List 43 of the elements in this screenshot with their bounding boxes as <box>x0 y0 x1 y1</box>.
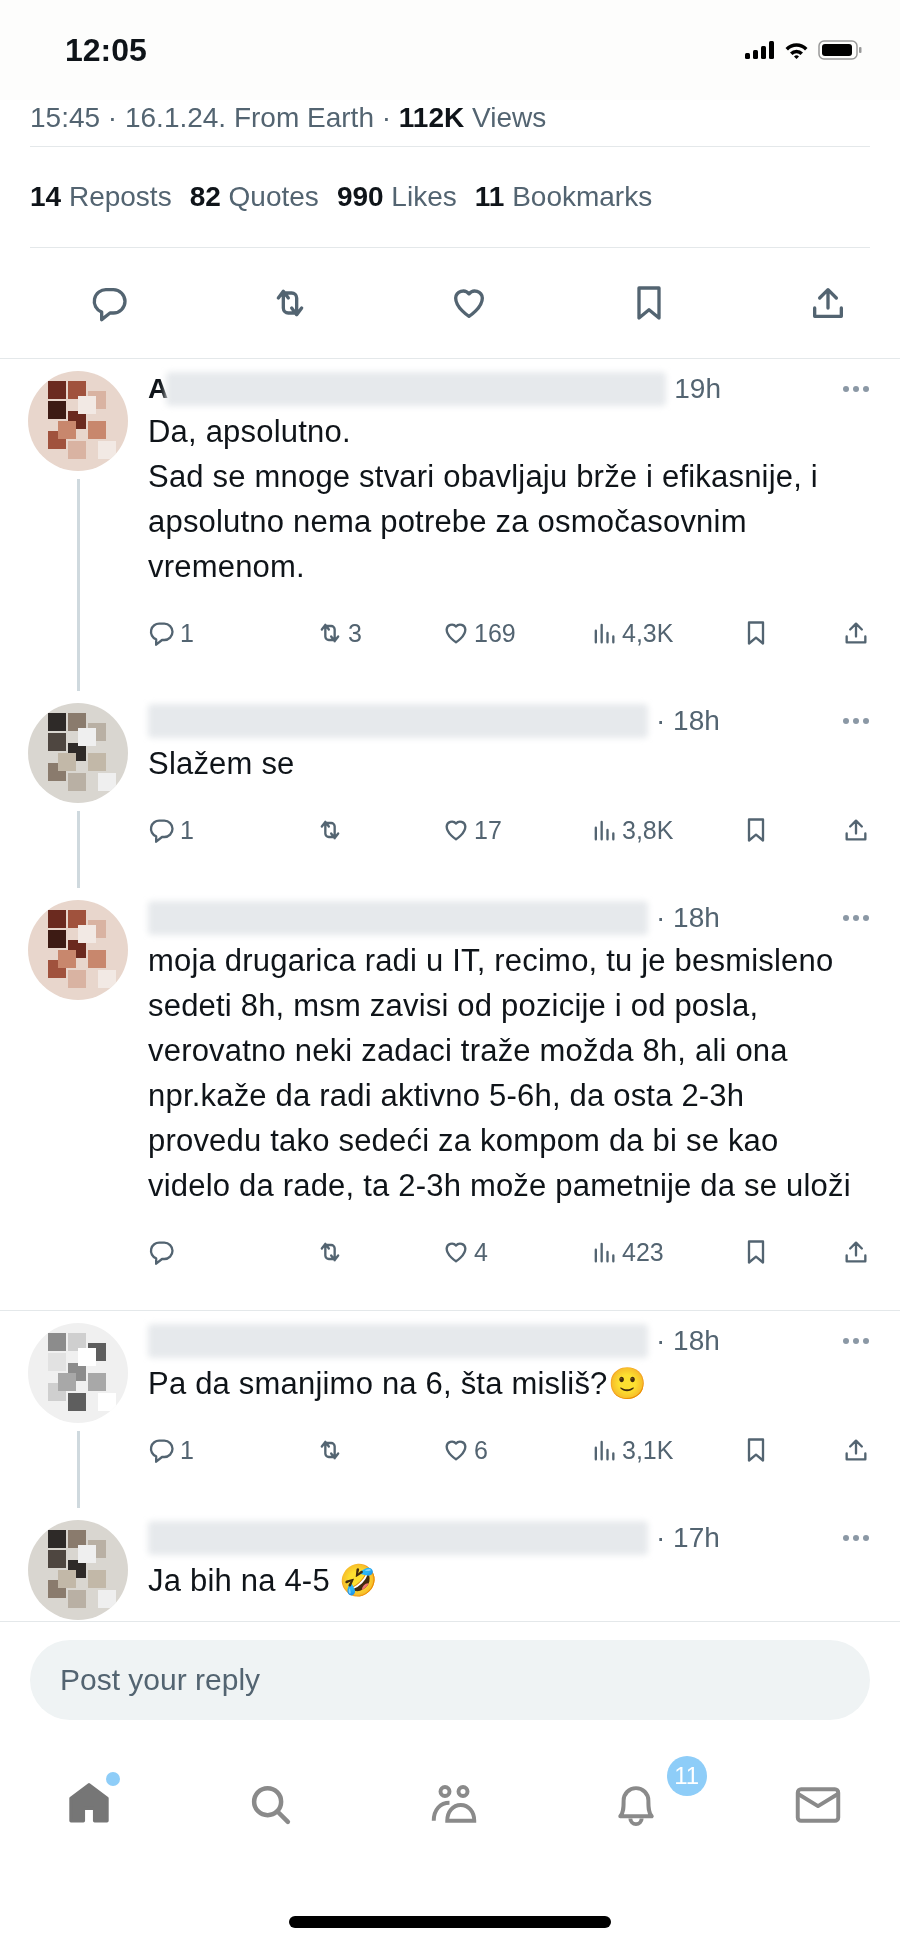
wifi-icon <box>783 40 810 60</box>
more-icon[interactable] <box>842 914 870 922</box>
battery-icon <box>818 40 862 60</box>
notification-badge: 11 <box>666 1756 707 1796</box>
reply-text: Pa da smanjimo na 6, šta misliš?🙂 <box>148 1365 648 1403</box>
reply-time: · 18h <box>656 705 720 737</box>
reply-time: · 18h <box>656 902 720 934</box>
reply-icon[interactable] <box>148 816 176 844</box>
stat-link[interactable]: 82 Quotes <box>189 181 319 213</box>
post-metadata: 15:45 · 16.1.24. From Earth · 112K Views <box>29 101 548 135</box>
stat-link[interactable]: 14 Reposts <box>30 181 172 213</box>
status-time: 12:05 <box>65 31 147 69</box>
view-count: 3,8K <box>622 815 674 845</box>
more-icon[interactable] <box>842 1534 870 1542</box>
count-label: 1 <box>180 815 194 845</box>
view-count: 3,1K <box>622 1435 674 1465</box>
reply-time: 19h <box>674 373 721 405</box>
count-label: 6 <box>474 1435 488 1465</box>
view-count: 423 <box>622 1237 664 1267</box>
count-label: 1 <box>180 618 194 648</box>
reply-text: Da, apsolutno. Sad se mnoge stvari obavljaju brže i efikasnije, i apsolutno nema potrebe za osmočasovnim vremenom. <box>148 413 819 586</box>
count-label: 169 <box>474 618 516 648</box>
reply-icon[interactable] <box>148 1238 176 1266</box>
reply-text: moja drugarica radi u IT, recimo, tu je besmisleno sedeti 8h, msm zavisi od pozicije i od posla, verovatno neki zadaci traže možda 8h, ali ona npr.kaže da radi aktivno 5-6h, da osta 2-3h provedu tako sedeći za kompom da bi se kao videlo da rade, ta 2-3h može pametnije da se uloži <box>148 942 852 1205</box>
stat-link[interactable]: 11 Bookmarks <box>474 181 653 213</box>
reply-icon[interactable] <box>148 619 176 647</box>
reply-field[interactable]: Post your reply <box>30 1640 870 1720</box>
more-icon[interactable] <box>842 385 870 393</box>
stat-link[interactable]: 990 Likes <box>336 181 457 213</box>
more-icon[interactable] <box>842 717 870 725</box>
reply-time: · 18h <box>656 1325 720 1357</box>
reply-icon[interactable] <box>148 1436 176 1464</box>
count-label: 4 <box>474 1237 488 1267</box>
reply-text: Slažem se <box>148 745 296 783</box>
reply-text: Ja bih na 4-5 🤣 <box>148 1562 379 1600</box>
count-label: 17 <box>474 815 502 845</box>
more-icon[interactable] <box>842 1337 870 1345</box>
count-label: 3 <box>348 618 362 648</box>
user-name-initial: A <box>148 373 169 405</box>
view-count: 4,3K <box>622 618 674 648</box>
reply-time: · 17h <box>656 1522 720 1554</box>
signal-icon <box>745 40 775 60</box>
count-label: 1 <box>180 1435 194 1465</box>
